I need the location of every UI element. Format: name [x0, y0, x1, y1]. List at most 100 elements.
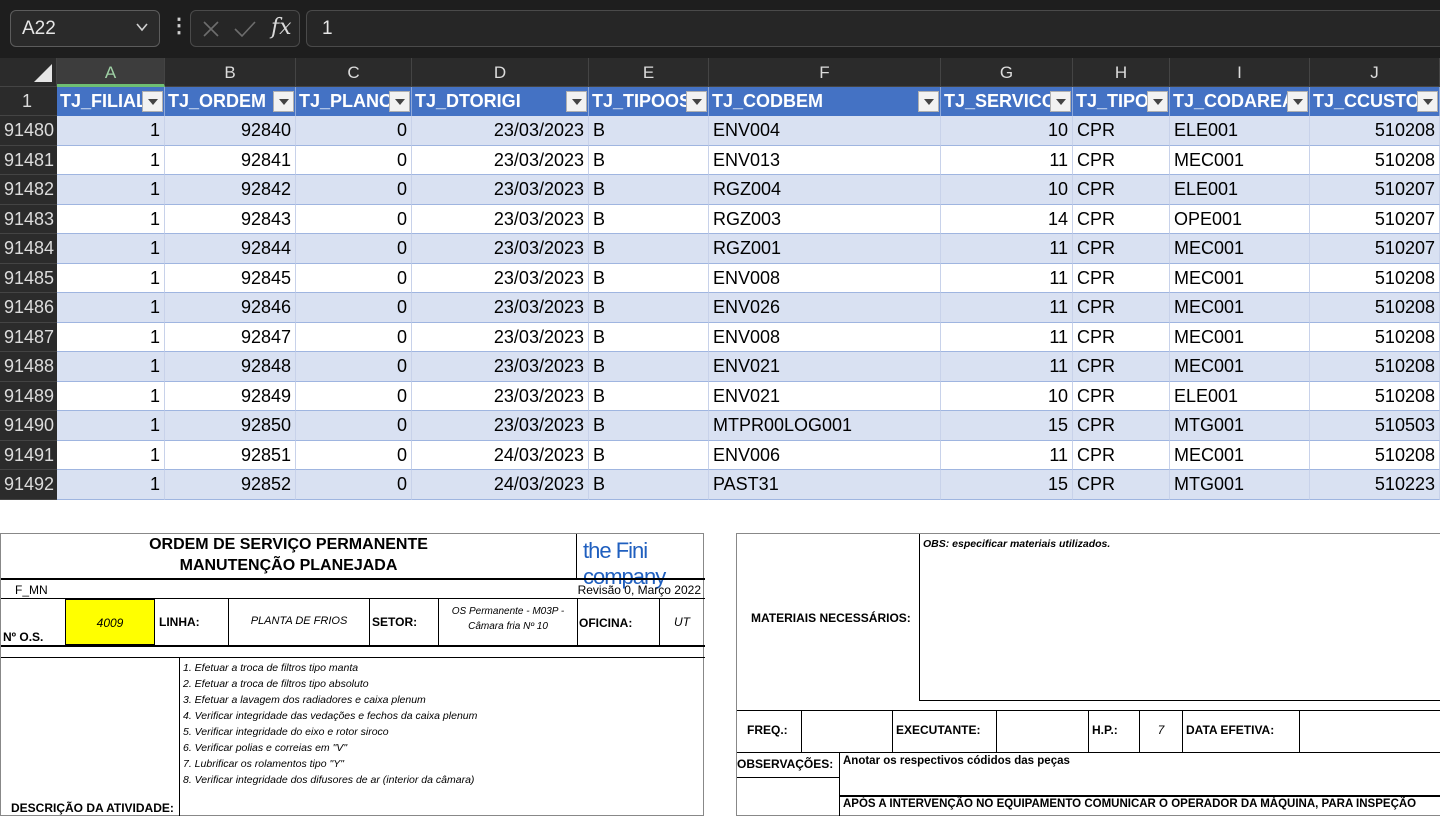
- filter-dropdown-icon[interactable]: [918, 91, 939, 112]
- table-cell[interactable]: 510208: [1310, 263, 1440, 293]
- row-header[interactable]: 91486: [0, 293, 57, 323]
- filter-dropdown-icon[interactable]: [1050, 91, 1071, 112]
- table-cell[interactable]: CPR: [1073, 145, 1170, 175]
- table-cell[interactable]: MEC001: [1170, 145, 1310, 175]
- table-cell[interactable]: ENV026: [709, 293, 941, 323]
- row-header[interactable]: 91485: [0, 263, 57, 293]
- table-cell[interactable]: 510223: [1310, 470, 1440, 500]
- table-cell[interactable]: 1: [57, 440, 165, 470]
- filter-dropdown-icon[interactable]: [1147, 91, 1168, 112]
- table-cell[interactable]: CPR: [1073, 234, 1170, 264]
- table-cell[interactable]: 11: [941, 145, 1073, 175]
- table-cell[interactable]: 11: [941, 440, 1073, 470]
- table-cell[interactable]: 23/03/2023: [412, 263, 589, 293]
- table-cell[interactable]: B: [589, 263, 709, 293]
- row-header[interactable]: 91482: [0, 175, 57, 205]
- row-header[interactable]: 91490: [0, 411, 57, 441]
- filter-dropdown-icon[interactable]: [566, 91, 587, 112]
- table-cell[interactable]: 23/03/2023: [412, 204, 589, 234]
- table-cell[interactable]: ENV008: [709, 263, 941, 293]
- table-cell[interactable]: CPR: [1073, 322, 1170, 352]
- table-cell[interactable]: ELE001: [1170, 175, 1310, 205]
- table-cell[interactable]: 510208: [1310, 322, 1440, 352]
- table-cell[interactable]: 92852: [165, 470, 296, 500]
- table-cell[interactable]: 10: [941, 175, 1073, 205]
- table-cell[interactable]: 0: [296, 116, 412, 146]
- table-cell[interactable]: 0: [296, 263, 412, 293]
- table-cell[interactable]: 0: [296, 381, 412, 411]
- table-cell[interactable]: MEC001: [1170, 322, 1310, 352]
- filter-dropdown-icon[interactable]: [1417, 91, 1438, 112]
- table-cell[interactable]: ENV008: [709, 322, 941, 352]
- table-cell[interactable]: 0: [296, 293, 412, 323]
- table-cell[interactable]: 92850: [165, 411, 296, 441]
- cancel-icon[interactable]: [201, 19, 221, 39]
- table-cell[interactable]: 510208: [1310, 381, 1440, 411]
- filter-dropdown-icon[interactable]: [686, 91, 707, 112]
- table-cell[interactable]: 23/03/2023: [412, 322, 589, 352]
- table-cell[interactable]: 0: [296, 204, 412, 234]
- table-header-cell[interactable]: TJ_FILIAL: [57, 87, 165, 116]
- table-header-cell[interactable]: TJ_CODBEM: [709, 87, 941, 116]
- table-cell[interactable]: MTPR00LOG001: [709, 411, 941, 441]
- table-header-cell[interactable]: TJ_CCUSTO: [1310, 87, 1440, 116]
- table-cell[interactable]: 92847: [165, 322, 296, 352]
- table-header-cell[interactable]: TJ_CODAREA: [1170, 87, 1310, 116]
- table-cell[interactable]: 92846: [165, 293, 296, 323]
- table-cell[interactable]: 0: [296, 470, 412, 500]
- table-cell[interactable]: 92844: [165, 234, 296, 264]
- table-cell[interactable]: 1: [57, 204, 165, 234]
- table-cell[interactable]: MEC001: [1170, 263, 1310, 293]
- table-cell[interactable]: B: [589, 440, 709, 470]
- table-cell[interactable]: 510207: [1310, 175, 1440, 205]
- table-cell[interactable]: ELE001: [1170, 116, 1310, 146]
- row-header[interactable]: 91491: [0, 440, 57, 470]
- table-cell[interactable]: 510208: [1310, 440, 1440, 470]
- table-cell[interactable]: 1: [57, 145, 165, 175]
- row-header[interactable]: 91492: [0, 470, 57, 500]
- table-cell[interactable]: B: [589, 381, 709, 411]
- row-header[interactable]: 91481: [0, 145, 57, 175]
- table-cell[interactable]: ENV021: [709, 381, 941, 411]
- table-cell[interactable]: 1: [57, 293, 165, 323]
- select-all-corner[interactable]: [0, 58, 57, 87]
- table-cell[interactable]: B: [589, 175, 709, 205]
- table-cell[interactable]: 1: [57, 411, 165, 441]
- table-cell[interactable]: B: [589, 411, 709, 441]
- table-cell[interactable]: RGZ001: [709, 234, 941, 264]
- filter-dropdown-icon[interactable]: [142, 91, 163, 112]
- table-cell[interactable]: 1: [57, 234, 165, 264]
- filter-dropdown-icon[interactable]: [389, 91, 410, 112]
- column-header-e[interactable]: E: [589, 58, 709, 87]
- row-header[interactable]: 91484: [0, 234, 57, 264]
- table-header-cell[interactable]: TJ_TIPOOS: [589, 87, 709, 116]
- table-cell[interactable]: CPR: [1073, 440, 1170, 470]
- table-cell[interactable]: 510503: [1310, 411, 1440, 441]
- table-cell[interactable]: CPR: [1073, 116, 1170, 146]
- table-cell[interactable]: CPR: [1073, 352, 1170, 382]
- enter-check-icon[interactable]: [233, 19, 257, 39]
- table-cell[interactable]: 1: [57, 470, 165, 500]
- column-header-b[interactable]: B: [165, 58, 296, 87]
- table-header-cell[interactable]: TJ_PLANO: [296, 87, 412, 116]
- table-cell[interactable]: B: [589, 234, 709, 264]
- table-cell[interactable]: 92841: [165, 145, 296, 175]
- table-cell[interactable]: 92848: [165, 352, 296, 382]
- table-cell[interactable]: 15: [941, 470, 1073, 500]
- table-cell[interactable]: 0: [296, 145, 412, 175]
- table-cell[interactable]: 510208: [1310, 352, 1440, 382]
- table-cell[interactable]: 92845: [165, 263, 296, 293]
- table-cell[interactable]: CPR: [1073, 175, 1170, 205]
- filter-dropdown-icon[interactable]: [273, 91, 294, 112]
- table-cell[interactable]: CPR: [1073, 293, 1170, 323]
- row-header[interactable]: 91488: [0, 352, 57, 382]
- filter-dropdown-icon[interactable]: [1287, 91, 1308, 112]
- table-cell[interactable]: 510208: [1310, 145, 1440, 175]
- table-cell[interactable]: 0: [296, 234, 412, 264]
- more-options-icon[interactable]: ⋮: [169, 16, 189, 36]
- table-cell[interactable]: 92842: [165, 175, 296, 205]
- table-cell[interactable]: ENV013: [709, 145, 941, 175]
- table-cell[interactable]: 11: [941, 234, 1073, 264]
- table-cell[interactable]: 11: [941, 293, 1073, 323]
- chevron-down-icon[interactable]: [135, 20, 149, 34]
